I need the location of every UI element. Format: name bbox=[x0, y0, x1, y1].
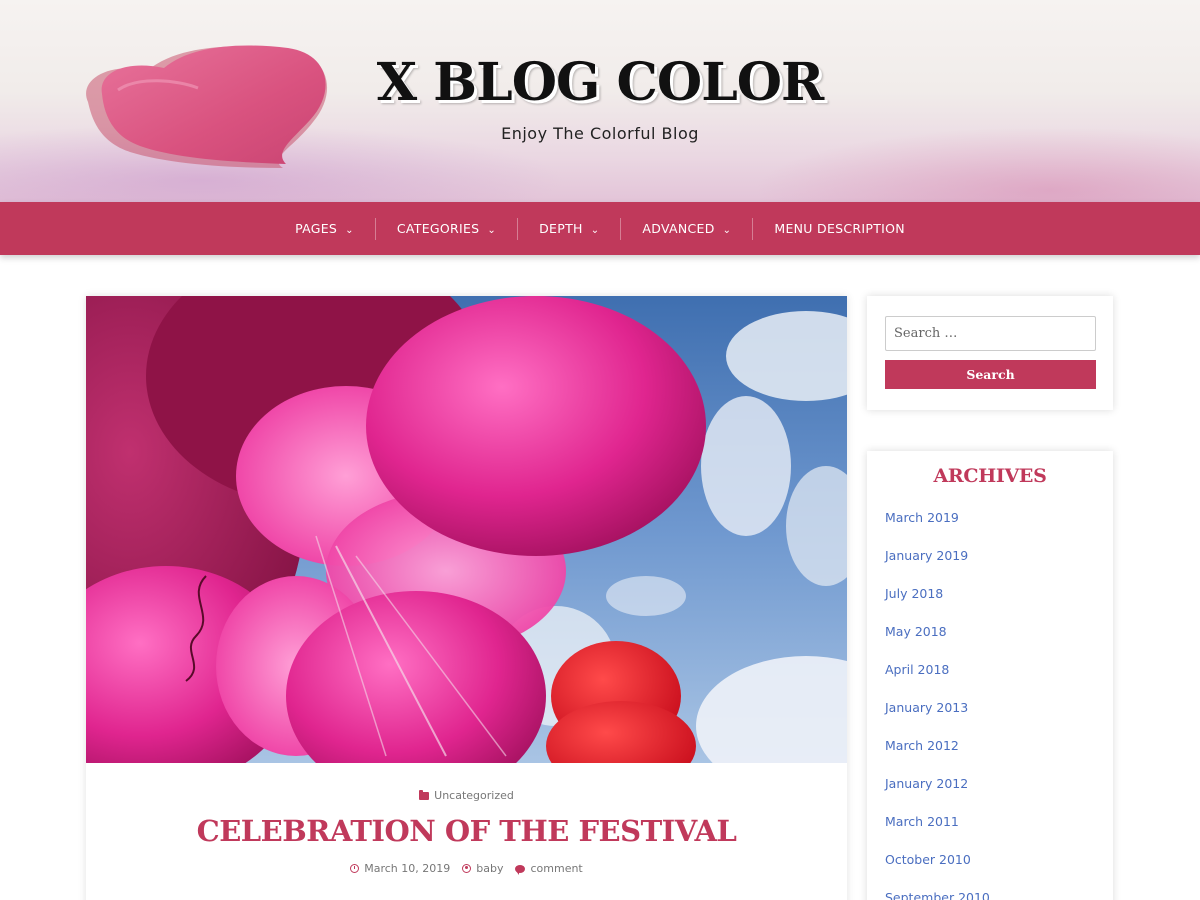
chevron-down-icon: ⌄ bbox=[345, 225, 354, 236]
archive-link[interactable]: September 2010 bbox=[885, 890, 990, 900]
nav-item-label: CATEGORIES bbox=[396, 221, 480, 236]
archive-link[interactable]: April 2018 bbox=[885, 662, 990, 700]
main-navigation: PAGES ⌄ CATEGORIES ⌄ DEPTH ⌄ ADVANCED ⌄ … bbox=[0, 202, 1200, 255]
nav-item-categories[interactable]: CATEGORIES ⌄ bbox=[374, 217, 517, 240]
nav-item-menu-description[interactable]: MENU DESCRIPTION bbox=[752, 217, 926, 240]
archives-title: ARCHIVES bbox=[933, 465, 1047, 487]
search-button[interactable]: Search bbox=[885, 360, 1096, 389]
archives-widget: ARCHIVES March 2019 January 2019 July 20… bbox=[867, 451, 1113, 900]
post-category-label: Uncategorized bbox=[434, 789, 514, 802]
archive-list: March 2019 January 2019 July 2018 May 20… bbox=[885, 510, 990, 900]
post-card: Uncategorized CELEBRATION OF THE FESTIVA… bbox=[86, 296, 847, 900]
archive-link[interactable]: March 2011 bbox=[885, 814, 990, 852]
archive-link[interactable]: January 2012 bbox=[885, 776, 990, 814]
archive-link[interactable]: July 2018 bbox=[885, 586, 990, 624]
chevron-down-icon: ⌄ bbox=[487, 225, 497, 236]
nav-item-pages[interactable]: PAGES ⌄ bbox=[274, 218, 375, 240]
post-title[interactable]: CELEBRATION OF THE FESTIVAL bbox=[86, 814, 847, 848]
chevron-down-icon: ⌄ bbox=[722, 225, 732, 236]
archive-link[interactable]: March 2012 bbox=[885, 738, 990, 776]
nav-item-label: PAGES bbox=[295, 221, 338, 236]
post-date[interactable]: March 10, 2019 bbox=[350, 862, 450, 875]
post-category[interactable]: Uncategorized bbox=[86, 789, 847, 802]
user-icon bbox=[462, 864, 472, 873]
folder-icon bbox=[419, 789, 430, 800]
nav-item-label: DEPTH bbox=[539, 221, 583, 236]
chevron-down-icon: ⌄ bbox=[590, 225, 600, 236]
post-meta: March 10, 2019 baby comment bbox=[86, 862, 847, 875]
search-widget: Search bbox=[867, 296, 1113, 410]
post-author-label: baby bbox=[476, 862, 504, 875]
site-header: X BLOG COLOR Enjoy The Colorful Blog bbox=[0, 0, 1200, 202]
nav-item-depth[interactable]: DEPTH ⌄ bbox=[517, 217, 620, 240]
nav-item-label: ADVANCED bbox=[642, 221, 715, 236]
post-author[interactable]: baby bbox=[462, 862, 503, 875]
nav-item-label: MENU DESCRIPTION bbox=[774, 221, 905, 236]
post-featured-image[interactable] bbox=[86, 296, 847, 763]
site-tagline: Enjoy The Colorful Blog bbox=[501, 124, 699, 143]
archive-link[interactable]: October 2010 bbox=[885, 852, 990, 890]
post-comment-label: comment bbox=[530, 862, 583, 875]
clock-icon bbox=[350, 864, 360, 873]
comment-icon bbox=[515, 864, 526, 875]
site-title[interactable]: X BLOG COLOR bbox=[0, 52, 1200, 113]
archive-link[interactable]: January 2013 bbox=[885, 700, 990, 738]
archive-link[interactable]: March 2019 bbox=[885, 510, 990, 548]
nav-item-advanced[interactable]: ADVANCED ⌄ bbox=[620, 217, 752, 240]
post-comment-link[interactable]: comment bbox=[515, 862, 583, 875]
post-date-label: March 10, 2019 bbox=[364, 862, 451, 875]
search-input[interactable] bbox=[885, 316, 1096, 351]
archive-link[interactable]: May 2018 bbox=[885, 624, 990, 662]
archive-link[interactable]: January 2019 bbox=[885, 548, 990, 586]
